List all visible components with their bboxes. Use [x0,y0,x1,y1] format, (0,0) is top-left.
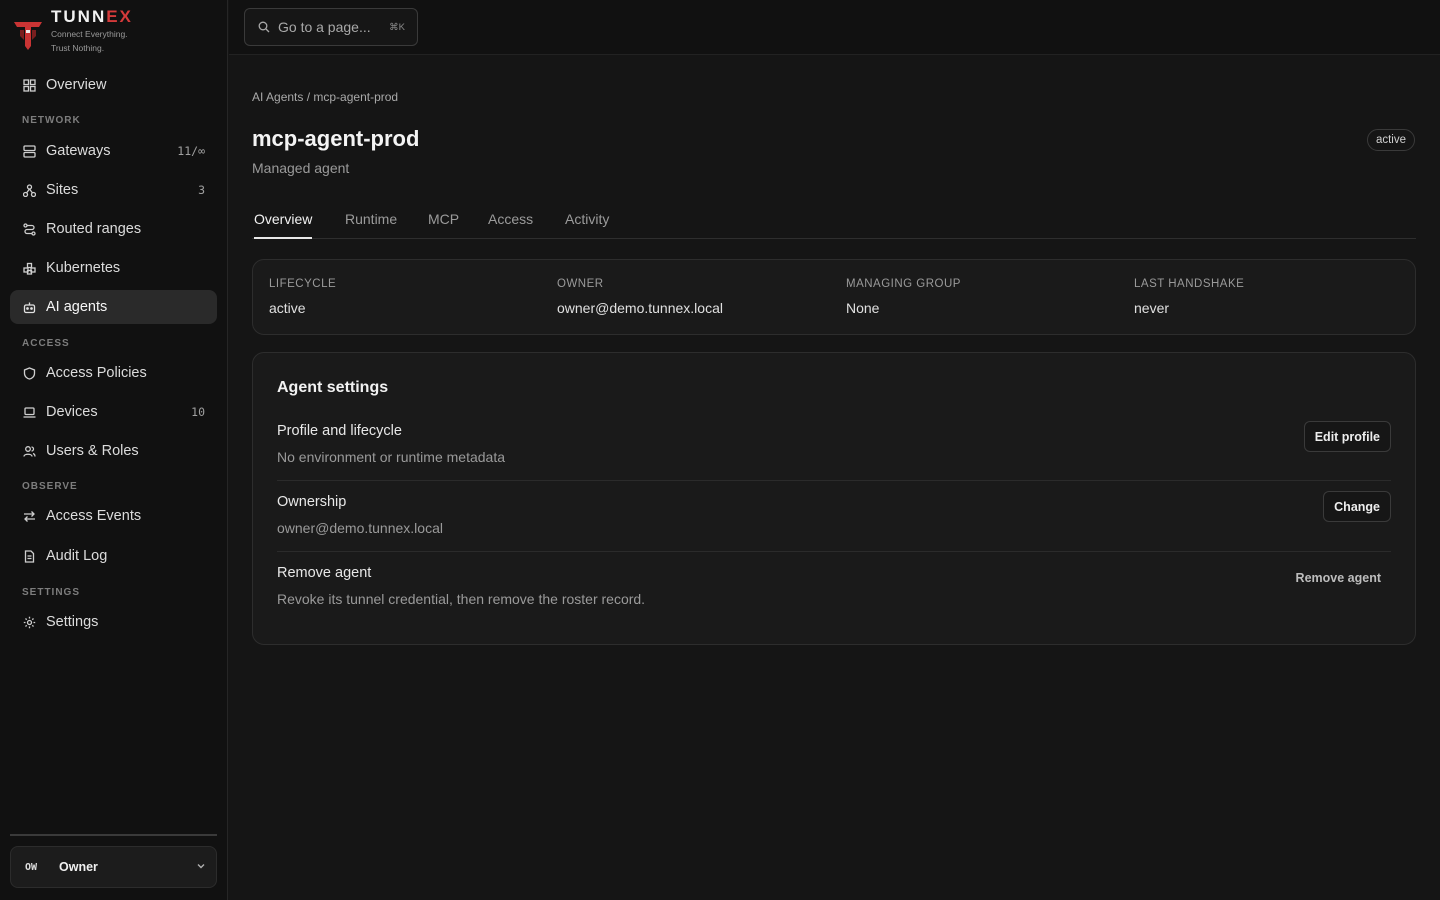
tunnex-logo-icon [14,22,42,50]
stat-label: OWNER [557,278,604,290]
gear-icon [22,615,36,629]
setting-description: Revoke its tunnel credential, then remov… [277,591,646,607]
sidebar-item-access-policies[interactable]: Access Policies [10,356,217,390]
tab-activity[interactable]: Activity [565,211,609,239]
stat-value: owner@demo.tunnex.local [557,300,723,316]
agent-summary-card: LIFECYCLE active OWNER owner@demo.tunnex… [252,259,1416,335]
status-badge: active [1366,129,1415,151]
setting-row-profile: Profile and lifecycle No environment or … [277,421,1391,481]
route-icon [22,222,36,236]
gateways-count: 11/∞ [177,144,205,158]
sidebar-item-label: Settings [46,614,99,630]
tab-overview[interactable]: Overview [254,211,313,239]
sidebar-item-label: Gateways [46,143,111,159]
stat-label: MANAGING GROUP [846,278,961,290]
section-label-network: NETWORK [22,115,81,126]
topbar: Go to a page... ⌘K [229,0,1440,55]
brand[interactable]: TUNNEX Connect Everything. Trust Nothing… [12,8,133,55]
sidebar-item-routed-ranges[interactable]: Routed ranges [10,212,217,246]
setting-title: Ownership [277,494,347,510]
sidebar-item-gateways[interactable]: Gateways 11/∞ [10,134,217,168]
sidebar-item-users-roles[interactable]: Users & Roles [10,434,217,468]
sidebar-item-kubernetes[interactable]: Kubernetes [10,251,217,285]
arrows-icon [22,509,36,523]
sites-icon [22,183,36,197]
stat-managing-group: MANAGING GROUP None [846,278,961,316]
stat-lifecycle: LIFECYCLE active [269,278,336,316]
devices-count: 10 [191,405,205,419]
section-label-settings: SETTINGS [22,587,81,598]
setting-row-ownership: Ownership owner@demo.tunnex.local Change [277,491,1391,552]
brand-name: TUNNEX [51,7,133,26]
section-label-access: ACCESS [22,338,70,349]
sidebar-item-label: Kubernetes [46,260,121,276]
tab-mcp[interactable]: MCP [428,211,459,239]
sidebar-item-label: AI agents [46,299,108,315]
server-icon [22,144,36,158]
stat-label: LAST HANDSHAKE [1134,278,1245,290]
sidebar-item-audit-log[interactable]: Audit Log [10,539,217,573]
search-shortcut: ⌘K [389,21,405,33]
sites-count: 3 [198,183,205,197]
agent-settings-card: Agent settings Profile and lifecycle No … [252,352,1416,645]
sidebar: TUNNEX Connect Everything. Trust Nothing… [0,0,228,900]
users-icon [22,444,36,458]
breadcrumb: AI Agents / mcp-agent-prod [252,90,398,104]
sidebar-item-label: Overview [46,77,107,93]
stat-last-handshake: LAST HANDSHAKE never [1134,278,1244,316]
brand-tagline-1: Connect Everything. [51,29,128,39]
setting-description: No environment or runtime metadata [277,449,505,465]
avatar: OW [25,861,38,873]
stat-value: None [846,300,880,316]
shield-icon [22,366,36,380]
page-title: mcp-agent-prod [252,126,420,151]
laptop-icon [22,405,36,419]
sidebar-item-label: Access Policies [46,365,147,381]
sidebar-item-label: Routed ranges [46,221,142,237]
user-name: Owner [59,860,98,874]
edit-profile-button[interactable]: Edit profile [1303,421,1391,452]
tab-access[interactable]: Access [488,211,533,239]
stat-value: active [269,300,306,316]
kubernetes-icon [22,261,36,275]
grid-icon [22,78,36,92]
brand-tagline-2: Trust Nothing. [51,43,105,53]
search-input[interactable]: Go to a page... ⌘K [244,8,418,46]
breadcrumb-separator: / [303,90,314,104]
sidebar-item-sites[interactable]: Sites 3 [10,173,217,207]
setting-row-remove: Remove agent Revoke its tunnel credentia… [277,565,1391,623]
remove-agent-button[interactable]: Remove agent [1296,571,1381,585]
change-owner-button[interactable]: Change [1323,491,1391,522]
breadcrumb-current: mcp-agent-prod [313,90,399,104]
setting-title: Profile and lifecycle [277,423,402,439]
sidebar-item-label: Users & Roles [46,443,139,459]
sidebar-item-devices[interactable]: Devices 10 [10,395,217,429]
section-label-observe: OBSERVE [22,481,78,492]
page-subtitle: Managed agent [252,160,350,176]
sidebar-item-label: Devices [46,404,98,420]
stat-label: LIFECYCLE [269,278,337,290]
search-placeholder: Go to a page... [278,19,371,35]
user-menu[interactable]: OW Owner [10,846,217,888]
bot-icon [22,300,36,314]
setting-title: Remove agent [277,565,372,581]
document-icon [22,549,36,563]
agent-settings-title: Agent settings [277,379,389,396]
sidebar-item-label: Access Events [46,508,142,524]
breadcrumb-parent-link[interactable]: AI Agents [252,90,303,104]
setting-description: owner@demo.tunnex.local [277,520,443,536]
tab-bar: Overview Runtime MCP Access Activity [252,208,1416,239]
tab-runtime[interactable]: Runtime [345,211,397,239]
sidebar-item-label: Audit Log [46,548,108,564]
sidebar-item-settings[interactable]: Settings [10,605,217,639]
sidebar-item-access-events[interactable]: Access Events [10,499,217,533]
sidebar-item-ai-agents[interactable]: AI agents [10,290,217,324]
sidebar-item-label: Sites [46,182,79,198]
chevron-down-icon [197,864,205,869]
sidebar-item-overview[interactable]: Overview [10,68,217,102]
stat-value: never [1134,300,1170,316]
stat-owner: OWNER owner@demo.tunnex.local [557,278,723,316]
sidebar-divider [10,834,217,836]
search-icon [258,21,270,33]
